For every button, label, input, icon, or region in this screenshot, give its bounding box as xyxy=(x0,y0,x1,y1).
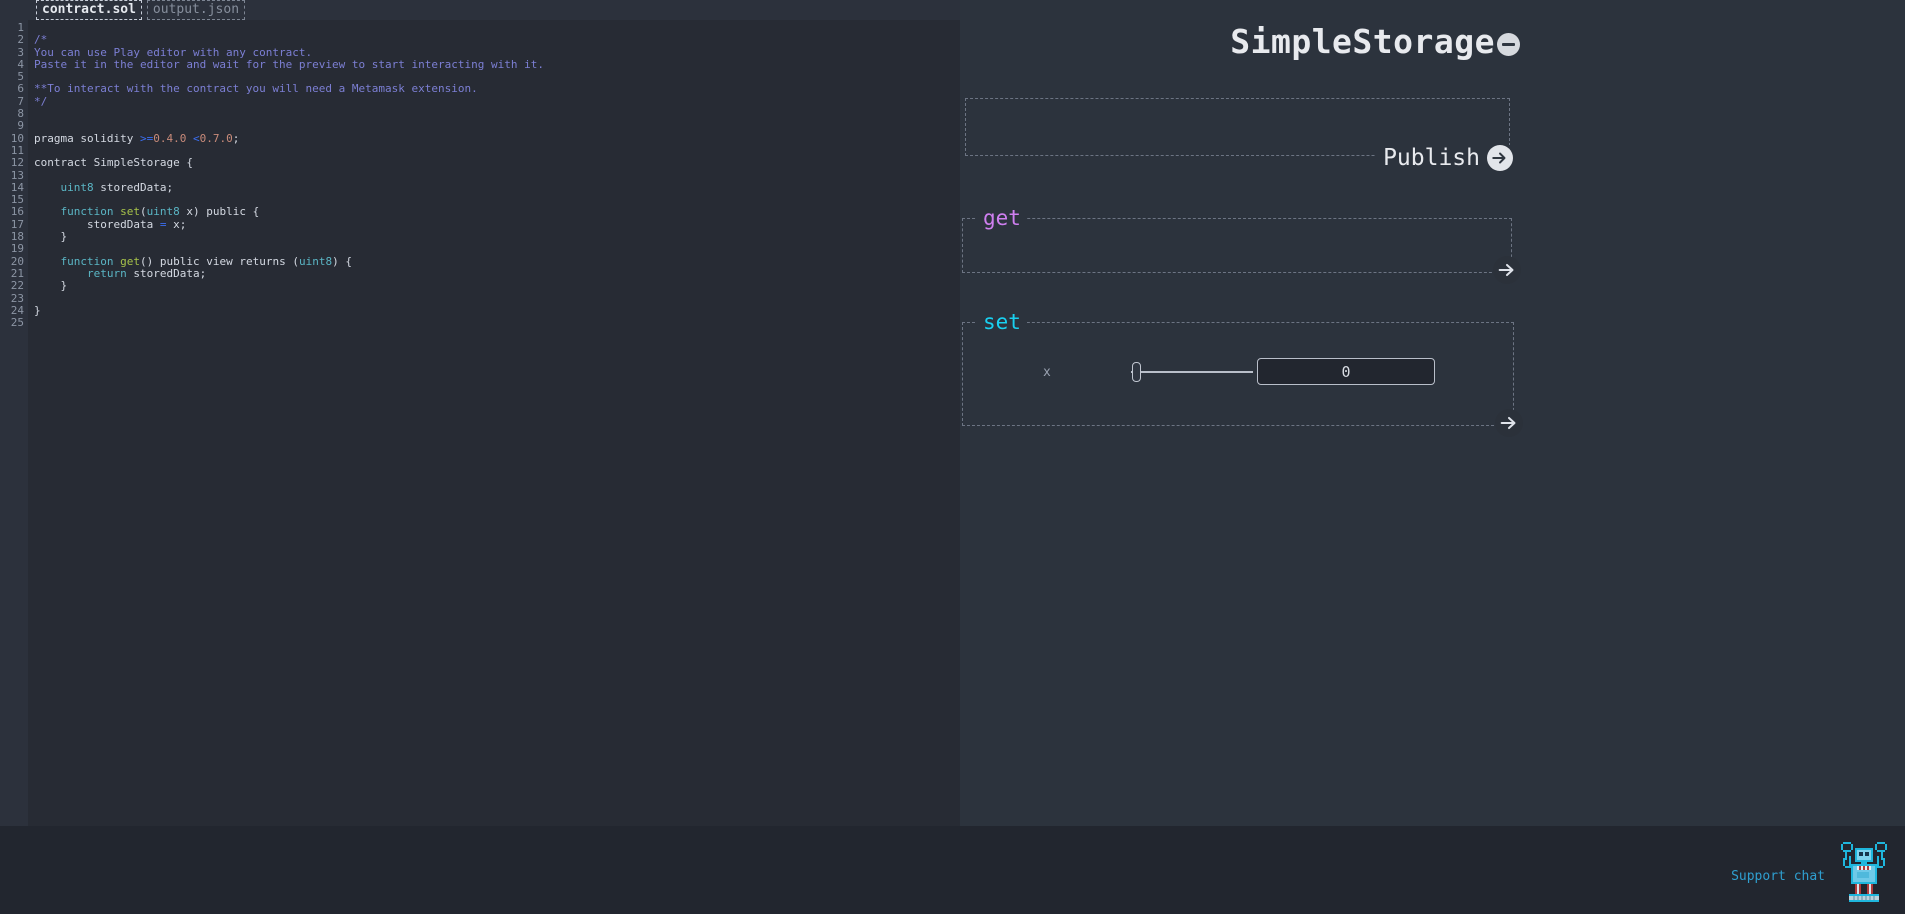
code-line: return storedData; xyxy=(34,268,960,280)
code-line: } xyxy=(34,231,960,243)
param-x-label: x xyxy=(1043,365,1051,380)
code-line xyxy=(34,22,960,34)
code-line: contract SimpleStorage { xyxy=(34,157,960,169)
function-get-section: get xyxy=(962,218,1512,273)
contract-preview-pane: SimpleStorage Publish get xyxy=(960,0,1905,826)
line-number: 19 xyxy=(0,243,28,255)
line-number-gutter: 1 2 3 4 5 6 7 8 9 10 11 12 13 14 15 16 1… xyxy=(0,20,28,826)
line-number: 23 xyxy=(0,293,28,305)
function-set-label: set xyxy=(977,310,1027,334)
slider-thumb[interactable] xyxy=(1132,362,1141,382)
code-line: uint8 storedData; xyxy=(34,182,960,194)
play-editor-app: contract.sol output.json 1 2 3 4 5 6 7 8… xyxy=(0,0,1905,914)
robot-mascot-icon[interactable] xyxy=(1837,838,1891,906)
support-chat-widget[interactable]: Support chat xyxy=(1731,838,1891,906)
function-get-submit-button[interactable] xyxy=(1493,256,1521,284)
line-number: 16 xyxy=(0,206,28,218)
code-line xyxy=(34,170,960,182)
function-set-submit-button[interactable] xyxy=(1495,409,1523,437)
code-line xyxy=(34,317,960,329)
line-number: 9 xyxy=(0,120,28,132)
code-line: **To interact with the contract you will… xyxy=(34,83,960,95)
line-number: 22 xyxy=(0,280,28,292)
support-chat-label: Support chat xyxy=(1731,869,1825,884)
contract-title: SimpleStorage xyxy=(1230,22,1495,61)
tab-output-json[interactable]: output.json xyxy=(147,0,245,20)
code-line: Paste it in the editor and wait for the … xyxy=(34,59,960,71)
code-line xyxy=(34,108,960,120)
line-number: 13 xyxy=(0,170,28,182)
line-number: 12 xyxy=(0,157,28,169)
editor-tabbar: contract.sol output.json xyxy=(0,0,960,20)
line-number: 6 xyxy=(0,83,28,95)
contract-header: SimpleStorage xyxy=(960,22,1520,61)
code-line xyxy=(34,293,960,305)
minus-circle-icon[interactable] xyxy=(1497,33,1520,56)
line-number: 2 xyxy=(0,34,28,46)
code-line: } xyxy=(34,280,960,292)
code-editor-pane: contract.sol output.json 1 2 3 4 5 6 7 8… xyxy=(0,0,960,826)
publish-button[interactable]: Publish xyxy=(1375,145,1513,171)
code-content[interactable]: /* You can use Play editor with any cont… xyxy=(28,20,960,826)
code-line: storedData = x; xyxy=(34,219,960,231)
publish-button-label: Publish xyxy=(1383,145,1480,171)
code-line: pragma solidity >=0.4.0 <0.7.0; xyxy=(34,133,960,145)
slider-track xyxy=(1131,371,1253,373)
param-x-number-input[interactable] xyxy=(1257,358,1435,385)
code-area[interactable]: 1 2 3 4 5 6 7 8 9 10 11 12 13 14 15 16 1… xyxy=(0,20,960,826)
line-number: 25 xyxy=(0,317,28,329)
code-line: */ xyxy=(34,96,960,108)
function-get-label: get xyxy=(977,206,1027,230)
code-line: } xyxy=(34,305,960,317)
arrow-right-circle-icon xyxy=(1487,145,1513,171)
function-set-section: set x xyxy=(962,322,1514,426)
tab-contract-sol[interactable]: contract.sol xyxy=(36,0,142,20)
publish-section: Publish xyxy=(965,98,1510,156)
param-x-slider[interactable] xyxy=(1131,360,1253,384)
